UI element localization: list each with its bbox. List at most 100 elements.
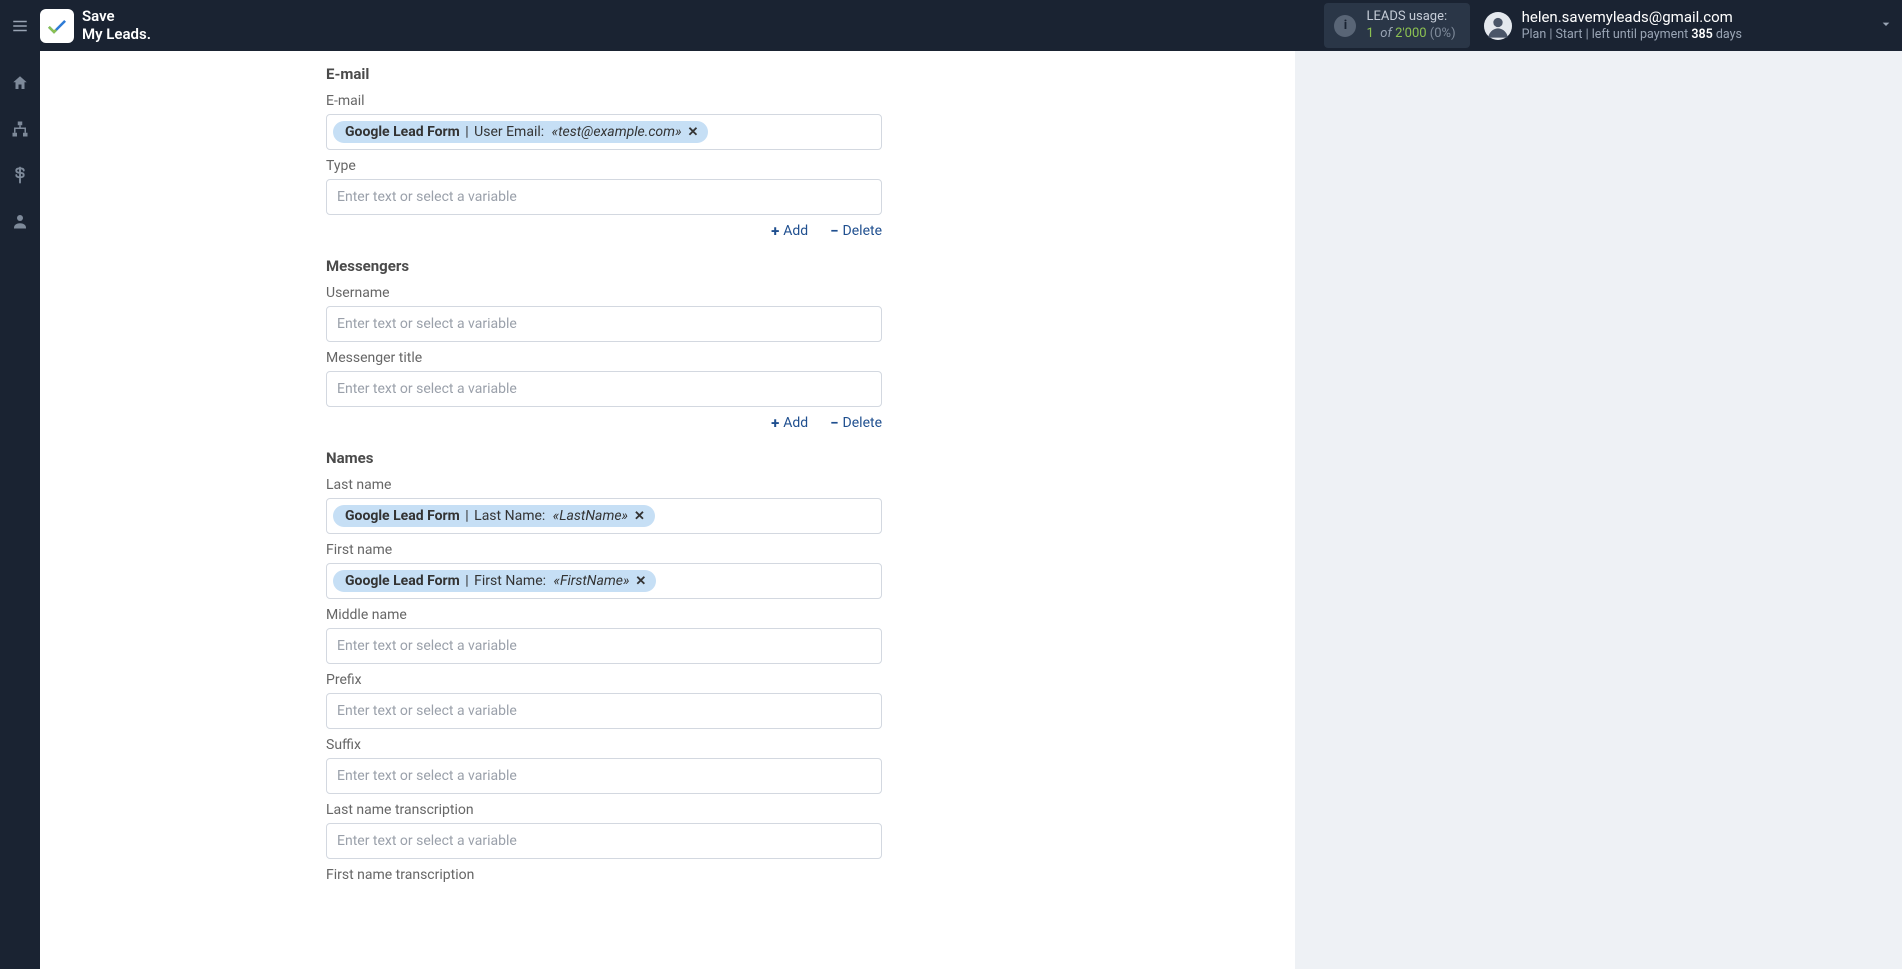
app-header: Save My Leads. i LEADS usage: 1 of 2'000… (0, 0, 1902, 51)
sitemap-icon (11, 120, 29, 138)
delete-messenger-button[interactable]: −Delete (830, 415, 882, 431)
section-title-email: E-mail (326, 65, 882, 83)
chip-first-name: Google Lead Form | First Name: «FirstNam… (333, 570, 656, 592)
section-title-messengers: Messengers (326, 257, 882, 275)
menu-toggle-button[interactable] (4, 10, 36, 42)
chip-value: «FirstName» (554, 573, 630, 589)
leads-usage-text: LEADS usage: 1 of 2'000 (0%) (1366, 9, 1455, 42)
sidebar-item-profile[interactable] (0, 207, 40, 235)
chip-label: Last Name: (474, 508, 545, 524)
field-last-name: Last name Google Lead Form | Last Name: … (326, 477, 882, 534)
plus-icon: + (771, 416, 779, 431)
dollar-icon (11, 166, 29, 184)
chip-source: Google Lead Form (345, 508, 460, 524)
plus-icon: + (771, 224, 779, 239)
info-icon: i (1334, 15, 1356, 37)
placeholder-text: Enter text or select a variable (333, 703, 517, 719)
usage-pct: (0%) (1430, 26, 1456, 41)
chip-remove-button[interactable]: ✕ (634, 509, 645, 524)
input-first-name[interactable]: Google Lead Form | First Name: «FirstNam… (326, 563, 882, 599)
placeholder-text: Enter text or select a variable (333, 638, 517, 654)
plan-prefix: Plan | (1522, 27, 1553, 42)
input-messenger-title[interactable]: Enter text or select a variable (326, 371, 882, 407)
input-last-name-trans[interactable]: Enter text or select a variable (326, 823, 882, 859)
account-dropdown-toggle[interactable] (1878, 16, 1894, 36)
field-middle-name: Middle name Enter text or select a varia… (326, 607, 882, 664)
sidebar-nav (0, 51, 40, 969)
brand-logo[interactable] (40, 9, 74, 43)
input-last-name[interactable]: Google Lead Form | Last Name: «LastName»… (326, 498, 882, 534)
sidebar-item-home[interactable] (0, 69, 40, 97)
label-last-name: Last name (326, 477, 882, 493)
label-messenger-title: Messenger title (326, 350, 882, 366)
hamburger-icon (11, 17, 29, 35)
input-email[interactable]: Google Lead Form | User Email: «test@exa… (326, 114, 882, 150)
label-username: Username (326, 285, 882, 301)
placeholder-text: Enter text or select a variable (333, 833, 517, 849)
usage-current: 1 (1366, 26, 1373, 41)
field-first-name: First name Google Lead Form | First Name… (326, 542, 882, 599)
label-prefix: Prefix (326, 672, 882, 688)
placeholder-text: Enter text or select a variable (333, 316, 517, 332)
label-last-name-trans: Last name transcription (326, 802, 882, 818)
email-section-actions: +Add −Delete (326, 223, 882, 239)
sidebar-item-connections[interactable] (0, 115, 40, 143)
form-card: E-mail E-mail Google Lead Form | User Em… (40, 51, 1295, 969)
chip-value: «LastName» (553, 508, 628, 524)
brand-line2: My Leads. (82, 26, 151, 43)
plan-left-prefix: | left until payment (1586, 27, 1689, 42)
usage-title: LEADS usage: (1366, 9, 1455, 25)
delete-email-button[interactable]: −Delete (830, 223, 882, 239)
minus-icon: − (830, 416, 838, 431)
plan-days-label: days (1716, 27, 1742, 42)
sidebar-item-billing[interactable] (0, 161, 40, 189)
usage-stats: 1 of 2'000 (0%) (1366, 26, 1455, 42)
chip-remove-button[interactable]: ✕ (635, 574, 646, 589)
placeholder-text: Enter text or select a variable (333, 768, 517, 784)
input-type[interactable]: Enter text or select a variable (326, 179, 882, 215)
field-prefix: Prefix Enter text or select a variable (326, 672, 882, 729)
chevron-down-icon (1878, 16, 1894, 32)
plan-name: Start (1556, 27, 1583, 42)
placeholder-text: Enter text or select a variable (333, 189, 517, 205)
add-email-button[interactable]: +Add (771, 223, 808, 239)
label-first-name-trans: First name transcription (326, 867, 882, 883)
label-email: E-mail (326, 93, 882, 109)
page-scroll-area[interactable]: E-mail E-mail Google Lead Form | User Em… (40, 51, 1902, 969)
chip-label: User Email: (474, 124, 544, 140)
account-text: helen.savemyleads@gmail.com Plan | Start… (1522, 8, 1742, 44)
chip-remove-button[interactable]: ✕ (688, 125, 699, 140)
avatar-icon (1484, 12, 1512, 40)
plan-days-num: 385 (1691, 27, 1712, 42)
placeholder-text: Enter text or select a variable (333, 381, 517, 397)
field-messenger-title: Messenger title Enter text or select a v… (326, 350, 882, 407)
usage-of: of (1380, 26, 1392, 41)
label-type: Type (326, 158, 882, 174)
leads-usage-pill[interactable]: i LEADS usage: 1 of 2'000 (0%) (1324, 3, 1469, 48)
input-suffix[interactable]: Enter text or select a variable (326, 758, 882, 794)
home-icon (11, 74, 29, 92)
messengers-section-actions: +Add −Delete (326, 415, 882, 431)
form-column: E-mail E-mail Google Lead Form | User Em… (326, 65, 882, 883)
field-first-name-trans: First name transcription (326, 867, 882, 883)
chip-email: Google Lead Form | User Email: «test@exa… (333, 121, 708, 143)
checkmark-icon (45, 14, 69, 38)
section-title-names: Names (326, 449, 882, 467)
chip-source: Google Lead Form (345, 124, 460, 140)
input-username[interactable]: Enter text or select a variable (326, 306, 882, 342)
field-email: E-mail Google Lead Form | User Email: «t… (326, 93, 882, 150)
field-suffix: Suffix Enter text or select a variable (326, 737, 882, 794)
input-prefix[interactable]: Enter text or select a variable (326, 693, 882, 729)
minus-icon: − (830, 224, 838, 239)
chip-last-name: Google Lead Form | Last Name: «LastName»… (333, 505, 655, 527)
input-middle-name[interactable]: Enter text or select a variable (326, 628, 882, 664)
label-suffix: Suffix (326, 737, 882, 753)
chip-label: First Name: (474, 573, 546, 589)
account-block[interactable]: helen.savemyleads@gmail.com Plan | Start… (1484, 8, 1748, 44)
usage-total: 2'000 (1395, 26, 1427, 41)
account-email: helen.savemyleads@gmail.com (1522, 8, 1742, 28)
field-last-name-trans: Last name transcription Enter text or se… (326, 802, 882, 859)
add-messenger-button[interactable]: +Add (771, 415, 808, 431)
label-first-name: First name (326, 542, 882, 558)
field-type: Type Enter text or select a variable (326, 158, 882, 215)
